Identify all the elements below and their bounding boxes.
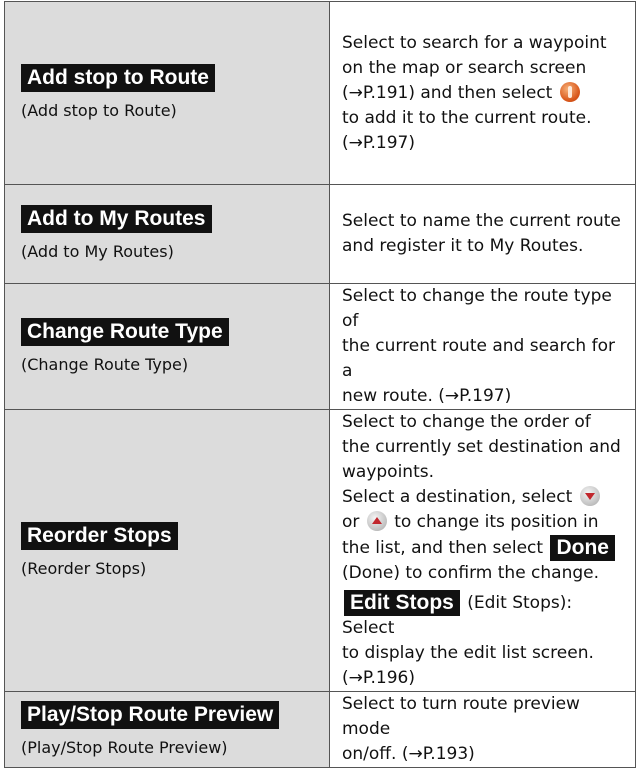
- description-text: Select a destination, select: [342, 487, 573, 507]
- description-line: (→P.197): [342, 132, 415, 153]
- done-button-label: Done: [550, 535, 615, 561]
- description-line: Select to search for a waypoint: [342, 32, 607, 53]
- option-cell: Reorder Stops (Reorder Stops): [4, 409, 330, 692]
- route-options-table: Add stop to Route (Add stop to Route) Se…: [4, 1, 636, 768]
- option-cell: Add to My Routes (Add to My Routes): [4, 184, 330, 284]
- description-line: the current route and search for a: [342, 336, 615, 381]
- change-route-type-button-label: Change Route Type: [21, 317, 229, 346]
- description-line-with-icon: Select a destination, select: [342, 485, 627, 510]
- description-text: or: [342, 512, 360, 532]
- description-line: to add it to the current route.: [342, 107, 592, 128]
- description-text: the list, and then select: [342, 538, 544, 558]
- option-subtitle: (Play/Stop Route Preview): [21, 737, 228, 757]
- description-line: (Done) to confirm the change.: [342, 563, 600, 583]
- edit-stops-button-label: Edit Stops: [344, 590, 460, 616]
- description-line: Select to change the route type of: [342, 286, 612, 331]
- description-line: on/off. (→P.193): [342, 744, 475, 764]
- description-line-with-button: Edit Stops (Edit Stops): Select: [342, 590, 627, 641]
- description-line: new route. (→P.197): [342, 386, 512, 406]
- description-line: the currently set destination and: [342, 437, 621, 457]
- option-cell: Play/Stop Route Preview (Play/Stop Route…: [4, 691, 330, 768]
- option-subtitle: (Reorder Stops): [21, 558, 147, 578]
- description-line: on the map or search screen: [342, 57, 587, 78]
- description-cell: Select to change the route type of the c…: [329, 283, 636, 410]
- description-cell: Select to change the order of the curren…: [329, 409, 636, 692]
- description-cell: Select to name the current route and reg…: [329, 184, 636, 284]
- option-cell: Add stop to Route (Add stop to Route): [4, 1, 330, 185]
- play-stop-route-preview-button-label: Play/Stop Route Preview: [21, 700, 280, 729]
- description-line-with-icon: (→P.191) and then select: [342, 81, 627, 106]
- arrow-down-icon: [579, 486, 600, 506]
- route-go-icon: [559, 81, 580, 102]
- description-cell: Select to turn route preview mode on/off…: [329, 691, 636, 768]
- option-subtitle: (Change Route Type): [21, 354, 189, 374]
- reorder-stops-button-label: Reorder Stops: [21, 521, 178, 550]
- table-row: Reorder Stops (Reorder Stops) Select to …: [4, 409, 636, 692]
- description-line: Select to change the order of: [342, 412, 591, 432]
- description-text: to change its position in: [394, 512, 599, 532]
- option-cell: Change Route Type (Change Route Type): [4, 283, 330, 410]
- add-stop-button-label: Add stop to Route: [21, 64, 215, 92]
- add-to-my-routes-button-label: Add to My Routes: [21, 205, 212, 233]
- option-subtitle: (Add to My Routes): [21, 242, 174, 261]
- description-line: Select to name the current route: [342, 211, 621, 231]
- arrow-up-icon: [366, 511, 387, 531]
- table-row: Add to My Routes (Add to My Routes) Sele…: [4, 184, 636, 284]
- description-line: (→P.196): [342, 668, 415, 688]
- table-row: Play/Stop Route Preview (Play/Stop Route…: [4, 691, 636, 768]
- table-row: Change Route Type (Change Route Type) Se…: [4, 283, 636, 410]
- option-subtitle: (Add stop to Route): [21, 101, 177, 120]
- description-line: Select to turn route preview mode: [342, 694, 580, 739]
- description-line-with-button: the list, and then select Done: [342, 535, 627, 561]
- description-line: to display the edit list screen.: [342, 643, 594, 663]
- description-line: and register it to My Routes.: [342, 236, 584, 256]
- description-line-with-icon: or to change its position in: [342, 510, 627, 535]
- table-row: Add stop to Route (Add stop to Route) Se…: [4, 1, 636, 185]
- description-cell: Select to search for a waypoint on the m…: [329, 1, 636, 185]
- description-text: (→P.191) and then select: [342, 82, 553, 103]
- description-line: waypoints.: [342, 462, 434, 482]
